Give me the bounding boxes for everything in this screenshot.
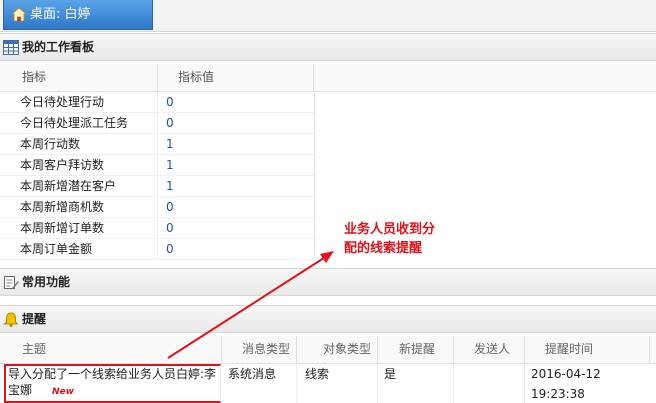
- col-metric[interactable]: 指标: [0, 64, 158, 92]
- col-object-type[interactable]: 对象类型: [297, 336, 378, 364]
- table-row: 本周新增订单数 0: [0, 218, 314, 239]
- metric-name: 本周新增订单数: [0, 218, 158, 239]
- metric-value: 0: [166, 200, 174, 214]
- annotation-line-1: 业务人员收到分: [344, 222, 436, 237]
- metric-name: 本周新增商机数: [0, 197, 158, 218]
- new-badge: New: [52, 387, 74, 397]
- table-row: 本周行动数 1: [0, 134, 314, 155]
- reminder-time-cell: 2016-04-12 19:23:38: [531, 367, 601, 401]
- common-functions-title: 常用功能: [22, 275, 71, 289]
- is-new-cell: 是: [378, 364, 454, 403]
- metric-name: 本周客户拜访数: [0, 155, 158, 176]
- subject-cell: 导入分配了一个线索给业务人员白婷:李宝娜 New: [0, 364, 222, 403]
- reminder-subject: 导入分配了一个线索给业务人员白婷:李宝娜: [8, 367, 217, 397]
- metric-value: 0: [166, 242, 174, 256]
- metric-value: 1: [166, 179, 174, 193]
- kpi-table-header: 指标 指标值: [0, 64, 656, 92]
- metric-value: 0: [166, 221, 174, 235]
- kpi-table: 指标 指标值 今日待处理行动 0 今日待处理派工任务 0 本周行动数 1 本周客户拜访…: [0, 64, 656, 260]
- annotation-callout: 业务人员收到分 配的线索提醒: [344, 220, 464, 258]
- reminder-subject-link[interactable]: 导入分配了一个线索给业务人员白婷:李宝娜 New: [4, 364, 221, 403]
- tab-desktop[interactable]: 桌面: 白婷: [3, 0, 153, 30]
- metric-value: 0: [166, 95, 174, 109]
- col-metric-value[interactable]: 指标值: [158, 64, 314, 92]
- metric-name: 本周订单金额: [0, 239, 158, 260]
- table-row: 今日待处理派工任务 0: [0, 113, 314, 134]
- top-tab-bar: 桌面: 白婷: [0, 0, 656, 32]
- common-functions-header: 常用功能: [0, 268, 656, 296]
- metric-value: 1: [166, 158, 174, 172]
- kpi-rows: 今日待处理行动 0 今日待处理派工任务 0 本周行动数 1 本周客户拜访数 1 本周新增…: [0, 92, 314, 260]
- metric-value: 1: [166, 137, 174, 151]
- col-subject[interactable]: 主题: [0, 336, 222, 364]
- home-icon: [12, 8, 26, 21]
- annotation-line-2: 配的线索提醒: [344, 241, 423, 256]
- message-type-cell: 系统消息: [222, 364, 297, 403]
- tab-desktop-label: 桌面: 白婷: [30, 7, 91, 22]
- bell-icon: [3, 312, 19, 327]
- table-row: 今日待处理行动 0: [0, 92, 314, 113]
- metric-name: 本周行动数: [0, 134, 158, 155]
- document-pen-icon: [4, 276, 19, 289]
- col-new-reminder[interactable]: 新提醒: [378, 336, 454, 364]
- metric-name: 今日待处理行动: [0, 92, 158, 113]
- table-icon: [3, 40, 19, 55]
- reminders-table-header: 主题 消息类型 对象类型 新提醒 发送人 提醒时间: [0, 336, 656, 364]
- metric-value: 0: [166, 116, 174, 130]
- metric-name: 本周新增潜在客户: [0, 176, 158, 197]
- col-reminder-time[interactable]: 提醒时间: [525, 336, 650, 364]
- col-sender[interactable]: 发送人: [454, 336, 525, 364]
- work-board-title: 我的工作看板: [22, 40, 95, 54]
- metric-name: 今日待处理派工任务: [0, 113, 158, 134]
- work-board-header: 我的工作看板: [0, 33, 656, 61]
- table-row: 本周新增潜在客户 1: [0, 176, 314, 197]
- table-row[interactable]: 导入分配了一个线索给业务人员白婷:李宝娜 New 系统消息 线索 是 2016-0…: [0, 364, 656, 403]
- object-type-cell: 线索: [297, 364, 378, 403]
- col-message-type[interactable]: 消息类型: [222, 336, 297, 364]
- table-row: 本周订单金额 0: [0, 239, 314, 260]
- reminders-title: 提醒: [22, 312, 47, 326]
- table-row: 本周新增商机数 0: [0, 197, 314, 218]
- sender-cell: [454, 364, 525, 403]
- reminders-header: 提醒: [0, 305, 656, 333]
- table-row: 本周客户拜访数 1: [0, 155, 314, 176]
